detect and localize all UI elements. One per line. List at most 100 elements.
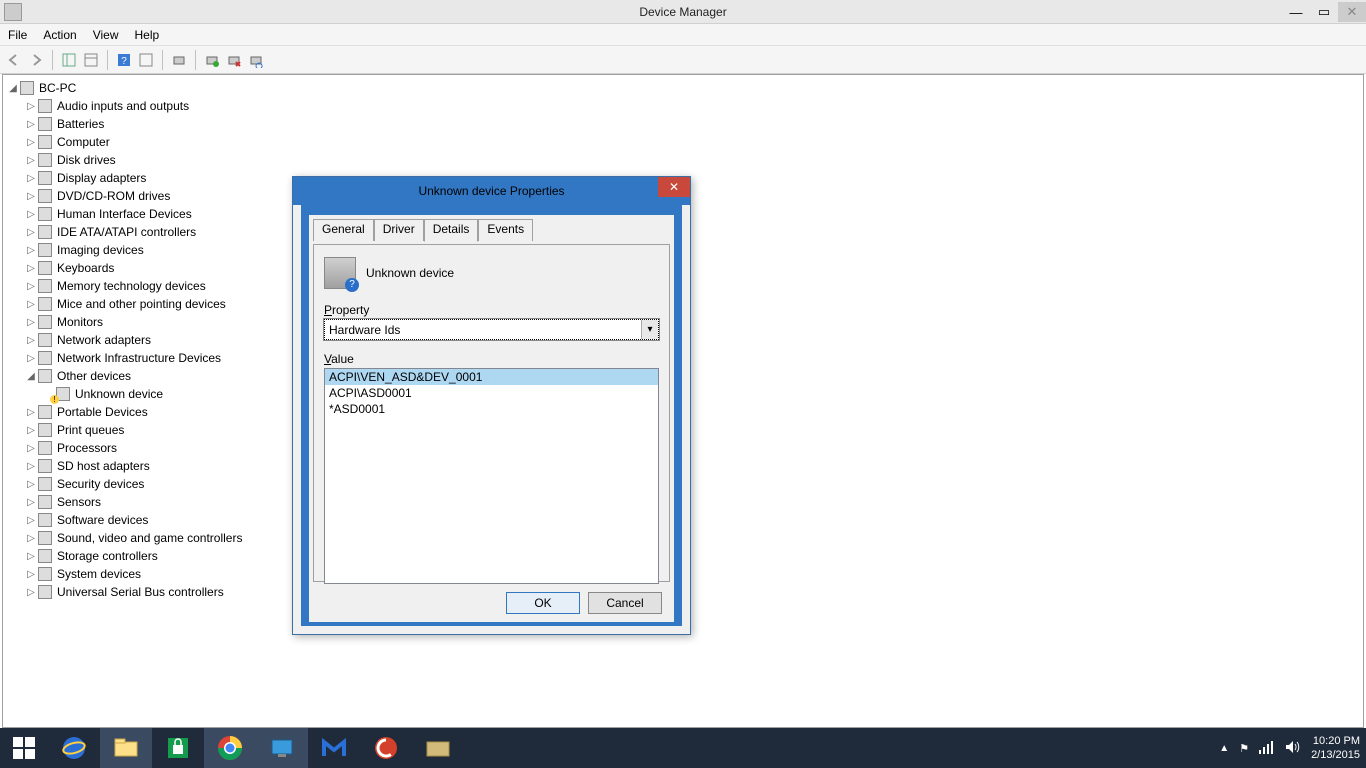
menu-view[interactable]: View: [93, 28, 119, 42]
expander-icon[interactable]: ▷: [25, 263, 37, 274]
tree-item-label: Security devices: [57, 477, 144, 491]
value-label: Value: [324, 352, 659, 366]
menu-file[interactable]: File: [8, 28, 27, 42]
expander-icon[interactable]: ▷: [25, 479, 37, 490]
help-icon[interactable]: ?: [114, 50, 134, 70]
expander-icon[interactable]: ▷: [25, 569, 37, 580]
systray-network-icon[interactable]: [1259, 740, 1275, 757]
expander-icon[interactable]: ▷: [25, 407, 37, 418]
tree-item-2[interactable]: ▷Computer: [7, 133, 1363, 151]
tab-general[interactable]: General: [313, 219, 374, 241]
expander-icon[interactable]: ▷: [25, 101, 37, 112]
expander-icon[interactable]: ◢: [25, 371, 37, 382]
device-category-icon: [37, 278, 53, 294]
ok-button[interactable]: OK: [506, 592, 580, 614]
start-button[interactable]: [0, 728, 48, 768]
uninstall-icon[interactable]: [224, 50, 244, 70]
expander-icon[interactable]: ▷: [25, 587, 37, 598]
taskbar-app-chrome[interactable]: [204, 728, 256, 768]
tab-content-details: Unknown device Property Hardware Ids ▾ V…: [313, 244, 670, 582]
expander-icon[interactable]: ▷: [25, 353, 37, 364]
systray-flag-icon[interactable]: ⚑: [1239, 742, 1249, 755]
maximize-button[interactable]: ▭: [1310, 2, 1338, 22]
scan-hardware-icon[interactable]: [246, 50, 266, 70]
tree-item-label: Software devices: [57, 513, 148, 527]
tree-item-label: Storage controllers: [57, 549, 158, 563]
expander-icon[interactable]: ▷: [25, 335, 37, 346]
expander-icon[interactable]: ▷: [25, 227, 37, 238]
expander-icon[interactable]: ▷: [25, 317, 37, 328]
value-row[interactable]: *ASD0001: [325, 401, 658, 417]
tree-item-3[interactable]: ▷Disk drives: [7, 151, 1363, 169]
systray-volume-icon[interactable]: [1285, 740, 1301, 757]
expander-icon[interactable]: ▷: [25, 155, 37, 166]
device-category-icon: [37, 494, 53, 510]
expander-icon[interactable]: ▷: [25, 299, 37, 310]
expander-icon[interactable]: ▷: [25, 209, 37, 220]
dialog-close-button[interactable]: ✕: [658, 177, 690, 197]
tree-item-label: Network adapters: [57, 333, 151, 347]
expander-icon[interactable]: ▷: [25, 425, 37, 436]
tree-item-label: Batteries: [57, 117, 104, 131]
toolbar: ?: [0, 46, 1366, 74]
tree-item-label: Print queues: [57, 423, 124, 437]
expander-icon[interactable]: ▷: [25, 497, 37, 508]
taskbar-app-ie[interactable]: [48, 728, 100, 768]
device-name-label: Unknown device: [366, 266, 454, 280]
expander-icon[interactable]: ▷: [25, 245, 37, 256]
property-dropdown[interactable]: Hardware Ids ▾: [324, 319, 659, 340]
back-icon[interactable]: [4, 50, 24, 70]
device-category-icon: [37, 170, 53, 186]
device-category-icon: [37, 548, 53, 564]
show-hide-icon[interactable]: [59, 50, 79, 70]
menu-action[interactable]: Action: [43, 28, 76, 42]
device-category-icon: [37, 188, 53, 204]
expander-icon[interactable]: ▷: [25, 515, 37, 526]
tree-item-label: Keyboards: [57, 261, 114, 275]
taskbar-app-store[interactable]: [152, 728, 204, 768]
taskbar-app-explorer[interactable]: [100, 728, 152, 768]
value-listbox[interactable]: ACPI\VEN_ASD&DEV_0001ACPI\ASD0001*ASD000…: [324, 368, 659, 584]
expander-icon[interactable]: ▷: [25, 173, 37, 184]
minimize-button[interactable]: —: [1282, 2, 1310, 22]
taskbar: ▲ ⚑ 10:20 PM 2/13/2015: [0, 728, 1366, 768]
tab-events[interactable]: Events: [478, 219, 533, 241]
tree-item-0[interactable]: ▷Audio inputs and outputs: [7, 97, 1363, 115]
value-row[interactable]: ACPI\ASD0001: [325, 385, 658, 401]
tree-item-1[interactable]: ▷ Batteries: [7, 115, 1363, 133]
expander-icon[interactable]: ▷: [25, 137, 37, 148]
enable-icon[interactable]: [202, 50, 222, 70]
expander-icon[interactable]: ▷: [25, 461, 37, 472]
expander-icon[interactable]: ▷: [25, 281, 37, 292]
taskbar-app-devmgr[interactable]: [256, 728, 308, 768]
tab-driver[interactable]: Driver: [374, 219, 424, 241]
close-button[interactable]: ✕: [1338, 2, 1366, 22]
expander-icon[interactable]: ▷: [25, 119, 37, 130]
properties-icon[interactable]: [81, 50, 101, 70]
dialog-titlebar[interactable]: Unknown device Properties ✕: [293, 177, 690, 205]
device-category-icon: [37, 584, 53, 600]
cancel-button[interactable]: Cancel: [588, 592, 662, 614]
systray-up-icon[interactable]: ▲: [1219, 743, 1229, 754]
value-row[interactable]: ACPI\VEN_ASD&DEV_0001: [325, 369, 658, 385]
expander-icon[interactable]: ▷: [25, 533, 37, 544]
tree-item-label: Human Interface Devices: [57, 207, 192, 221]
scan-icon[interactable]: [136, 50, 156, 70]
tab-details[interactable]: Details: [424, 219, 479, 242]
menu-help[interactable]: Help: [135, 28, 160, 42]
update-driver-icon[interactable]: [169, 50, 189, 70]
taskbar-app-explorer-window[interactable]: [412, 728, 464, 768]
device-category-icon: [37, 116, 53, 132]
expander-icon[interactable]: ▷: [25, 191, 37, 202]
expander-icon[interactable]: ◢: [7, 83, 19, 94]
device-category-icon: [37, 530, 53, 546]
tree-root[interactable]: ◢BC-PC: [7, 79, 1363, 97]
svg-text:?: ?: [121, 56, 127, 67]
expander-icon[interactable]: ▷: [25, 443, 37, 454]
taskbar-app-ccleaner[interactable]: [360, 728, 412, 768]
systray-clock[interactable]: 10:20 PM 2/13/2015: [1311, 734, 1360, 762]
expander-icon[interactable]: ▷: [25, 551, 37, 562]
tree-item-label: DVD/CD-ROM drives: [57, 189, 170, 203]
forward-icon[interactable]: [26, 50, 46, 70]
taskbar-app-malwarebytes[interactable]: [308, 728, 360, 768]
